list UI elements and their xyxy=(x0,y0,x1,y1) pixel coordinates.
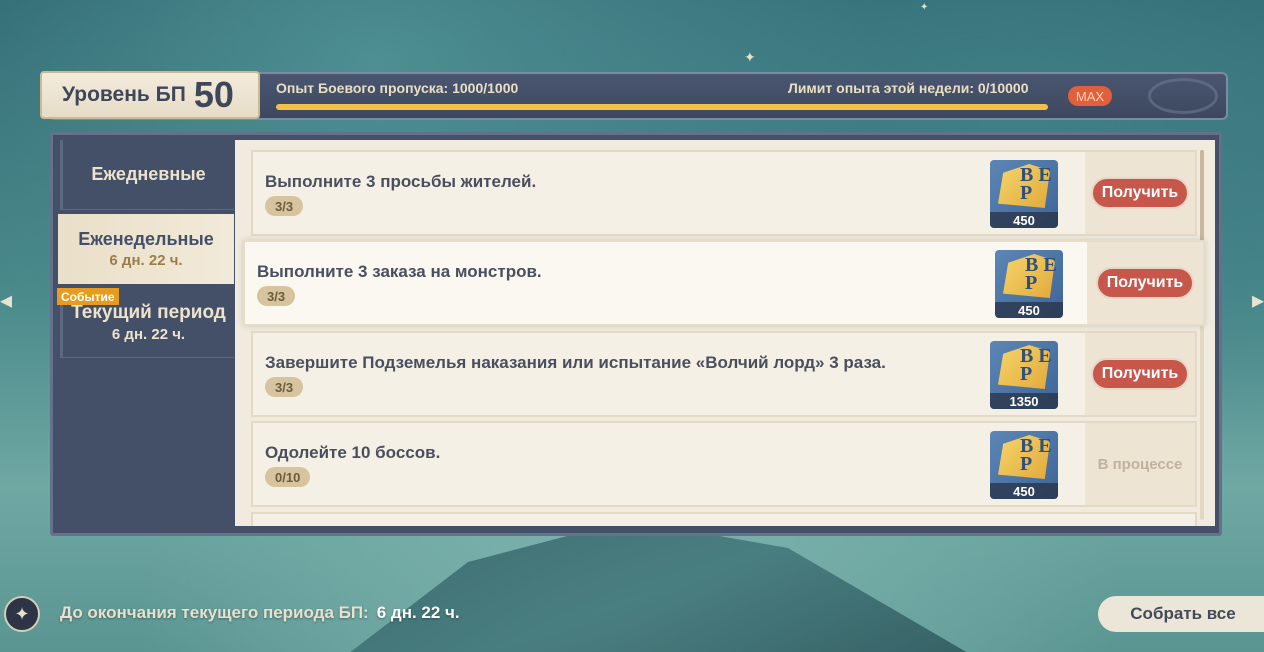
weekly-limit-label: Лимит опыта этой недели: xyxy=(788,80,974,96)
xp-label-text: Опыт Боевого пропуска: xyxy=(276,80,449,96)
task-row xyxy=(251,512,1197,526)
tab-weekly-label: Еженедельные xyxy=(78,229,214,249)
reward-item: B E P 450 xyxy=(990,160,1058,228)
in-progress-status: В процессе xyxy=(1097,455,1183,473)
header-ornament-icon xyxy=(1148,78,1218,114)
period-remaining-value: 6 дн. 22 ч. xyxy=(376,603,460,622)
bp-level-label: Уровень БП xyxy=(62,83,186,106)
weekly-limit: Лимит опыта этой недели: 0/10000 xyxy=(788,80,1028,96)
reward-amount: 1350 xyxy=(990,393,1058,409)
reward-glyph: B E P xyxy=(1020,164,1052,204)
task-title: Выполните 3 просьбы жителей. xyxy=(265,172,537,191)
xp-value: 1000/1000 xyxy=(452,80,519,96)
claim-button[interactable]: Получить xyxy=(1091,358,1189,390)
task-row: Завершите Подземелья наказания или испыт… xyxy=(251,331,1197,417)
collect-all-button[interactable]: Собрать все xyxy=(1098,596,1264,632)
tab-daily-label: Ежедневные xyxy=(91,164,206,184)
weekly-limit-value: 0/10000 xyxy=(977,80,1029,96)
period-remaining: До окончания текущего периода БП: 6 дн. 2… xyxy=(60,603,460,623)
task-progress: 0/10 xyxy=(265,467,311,487)
event-badge: Событие xyxy=(57,288,119,305)
reward-item: B E P 450 xyxy=(995,250,1063,318)
battle-pass-icon: ✦ xyxy=(4,596,40,632)
task-action-area: Получить xyxy=(1087,242,1203,324)
task-action-area: Получить xyxy=(1085,152,1195,234)
period-remaining-label: До окончания текущего периода БП: xyxy=(60,603,369,622)
reward-glyph: B E P xyxy=(1020,345,1052,385)
sparkle-icon: ✦ xyxy=(920,2,929,13)
tab-daily[interactable]: Ежедневные xyxy=(60,140,234,210)
task-title: Выполните 3 заказа на монстров. xyxy=(257,262,542,281)
background-rock xyxy=(340,520,980,652)
xp-progress-fill xyxy=(276,104,1048,110)
reward-glyph: B E P xyxy=(1020,435,1052,475)
left-arrow-icon[interactable]: ◂ xyxy=(0,286,20,316)
task-row: Выполните 3 заказа на монстров. 3/3 B E … xyxy=(243,240,1205,326)
right-arrow-icon[interactable]: ▸ xyxy=(1252,286,1264,316)
tab-weekly[interactable]: Еженедельные 6 дн. 22 ч. xyxy=(58,214,234,284)
task-list: Выполните 3 просьбы жителей. 3/3 B E P 4… xyxy=(235,140,1215,526)
claim-button[interactable]: Получить xyxy=(1096,267,1194,299)
task-list-scrollbar[interactable] xyxy=(1200,150,1204,520)
reward-item: B E P 1350 xyxy=(990,341,1058,409)
reward-amount: 450 xyxy=(995,302,1063,318)
xp-label: Опыт Боевого пропуска: 1000/1000 xyxy=(276,80,518,96)
task-row: Выполните 3 просьбы жителей. 3/3 B E P 4… xyxy=(251,150,1197,236)
reward-amount: 450 xyxy=(990,212,1058,228)
max-badge: MAX xyxy=(1068,86,1112,106)
tab-current-period-timer: 6 дн. 22 ч. xyxy=(111,326,186,343)
mission-tabs: Ежедневные Еженедельные 6 дн. 22 ч. Теку… xyxy=(56,138,236,528)
tab-current-period-label: Текущий период xyxy=(71,302,226,323)
task-action-area: В процессе xyxy=(1085,423,1195,505)
task-progress: 3/3 xyxy=(265,196,304,216)
tab-weekly-timer: 6 дн. 22 ч. xyxy=(109,252,183,269)
xp-progress-bar xyxy=(276,104,1048,110)
task-progress: 3/3 xyxy=(265,377,304,397)
reward-item: B E P 450 xyxy=(990,431,1058,499)
task-action-area: Получить xyxy=(1085,333,1195,415)
reward-glyph: B E P xyxy=(1025,254,1057,294)
reward-amount: 450 xyxy=(990,483,1058,499)
claim-button[interactable]: Получить xyxy=(1091,177,1189,209)
task-row: Одолейте 10 боссов. 0/10 B E P 450 В про… xyxy=(251,421,1197,507)
bp-level-value: 50 xyxy=(193,74,234,115)
bp-level-box: Уровень БП 50 xyxy=(40,71,260,119)
task-progress: 3/3 xyxy=(257,286,296,306)
task-title: Одолейте 10 боссов. xyxy=(265,443,441,462)
task-title: Завершите Подземелья наказания или испыт… xyxy=(265,353,886,372)
sparkle-icon: ✦ xyxy=(744,50,756,66)
